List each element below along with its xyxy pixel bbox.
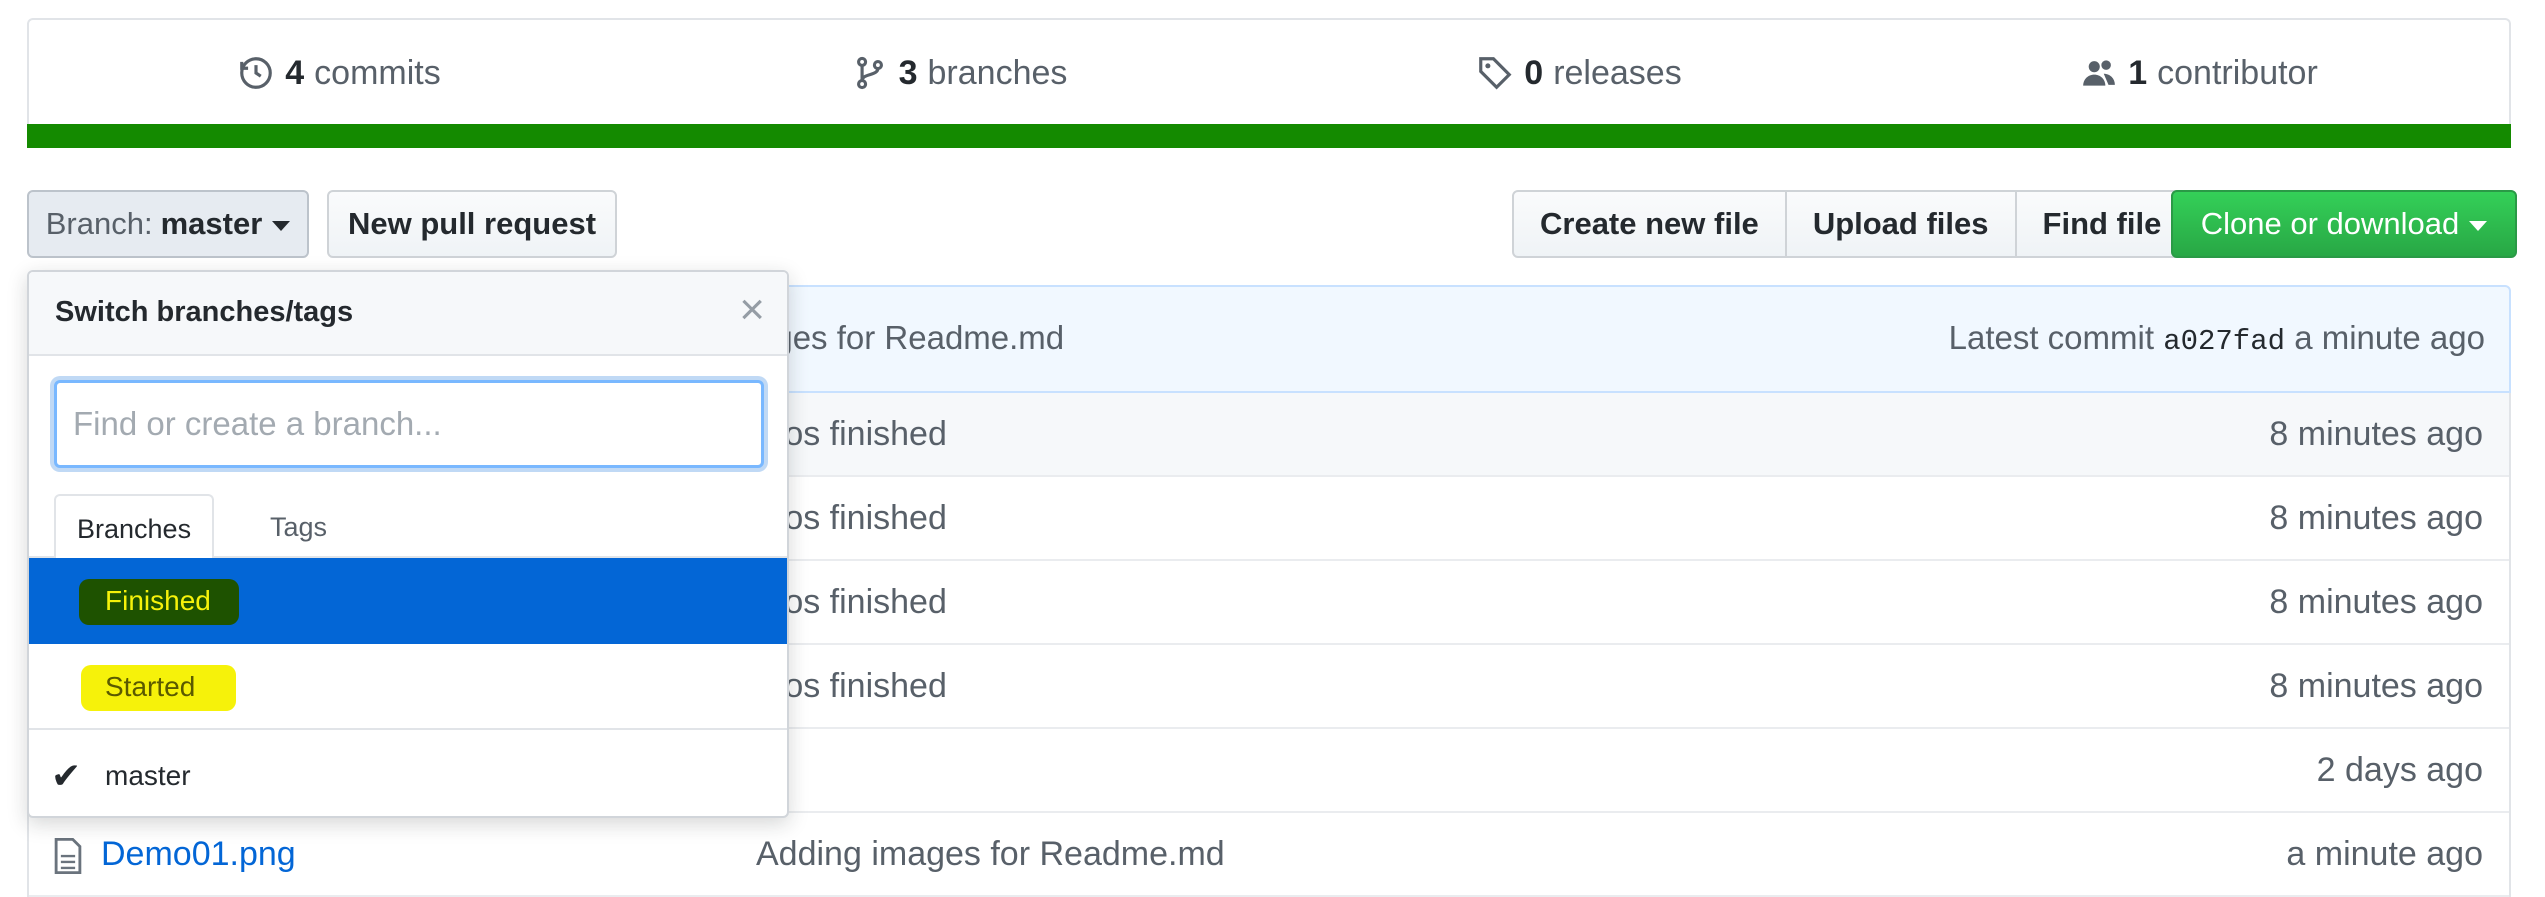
branch-item-label: Started [105, 671, 196, 702]
branch-switch-dropdown: Switch branches/tags × Branches Tags Fin… [27, 270, 789, 818]
branch-select-button[interactable]: Branch: master [27, 190, 309, 258]
commit-sha[interactable]: a027fad [2163, 325, 2285, 358]
contributors-count: 1 [2128, 53, 2148, 92]
branches-label: branches [927, 53, 1068, 92]
clone-or-download-button[interactable]: Clone or download [2171, 190, 2517, 258]
commits-count: 4 [285, 53, 305, 92]
releases-stat[interactable]: 0 releases [1269, 20, 1889, 126]
file-row[interactable]: Demo01.png Adding images for Readme.md a… [29, 813, 2509, 897]
tab-branches[interactable]: Branches [54, 494, 215, 560]
commits-label: commits [314, 53, 441, 92]
language-bar-fill [27, 124, 2511, 148]
branch-item-label: master [105, 760, 191, 791]
branches-stat[interactable]: 3 branches [649, 20, 1269, 126]
check-icon: ✔ [51, 755, 82, 796]
caret-down-icon [2469, 221, 2488, 231]
latest-commit-message[interactable]: ages for Readme.md [756, 319, 1064, 357]
branch-prefix: Branch: [45, 206, 153, 241]
dropdown-title: Switch branches/tags [55, 296, 354, 328]
commits-stat[interactable]: 4 commits [29, 20, 649, 126]
file-age: 8 minutes ago [2269, 583, 2483, 621]
caret-down-icon [272, 221, 291, 231]
file-age: 8 minutes ago [2269, 499, 2483, 537]
file-commit-message[interactable]: Adding images for Readme.md [756, 835, 1225, 874]
dropdown-tabs: Branches Tags [29, 494, 787, 560]
file-icon [54, 837, 82, 875]
find-file-button[interactable]: Find file [2016, 190, 2190, 258]
latest-commit-info: Latest commit a027fad a minute ago [1949, 319, 2485, 358]
file-actions-group: Create new file Upload files Find file [1512, 190, 2190, 258]
releases-count: 0 [1524, 53, 1544, 92]
branch-item-finished[interactable]: Finished [29, 558, 787, 644]
file-age: 8 minutes ago [2269, 667, 2483, 705]
current-branch-name: master [160, 206, 263, 241]
git-branch-icon [856, 56, 883, 90]
latest-commit-label: Latest commit [1948, 319, 2155, 356]
dropdown-header: Switch branches/tags × [29, 272, 787, 356]
branch-item-started[interactable]: Started [29, 644, 787, 730]
new-pull-request-button[interactable]: New pull request [327, 190, 617, 258]
people-icon [2083, 60, 2116, 86]
releases-label: releases [1553, 53, 1682, 92]
commit-time: a minute ago [2294, 319, 2485, 356]
upload-files-button[interactable]: Upload files [1786, 190, 2017, 258]
close-icon[interactable]: × [739, 288, 765, 332]
history-icon [240, 57, 273, 89]
branch-item-master[interactable]: ✔ master [29, 730, 787, 816]
create-new-file-button[interactable]: Create new file [1512, 190, 1787, 258]
branch-item-label: Finished [105, 585, 211, 616]
contributors-label: contributor [2157, 53, 2318, 92]
language-bar[interactable] [27, 124, 2511, 148]
contributors-stat[interactable]: 1 contributor [1889, 20, 2509, 126]
branch-filter-input[interactable] [54, 380, 764, 468]
branches-count: 3 [898, 53, 918, 92]
file-age: a minute ago [2286, 835, 2483, 873]
file-age: 2 days ago [2316, 751, 2483, 789]
file-age: 8 minutes ago [2269, 415, 2483, 453]
file-name[interactable]: Demo01.png [101, 835, 296, 874]
tag-icon [1479, 57, 1512, 90]
tab-tags[interactable]: Tags [249, 494, 348, 558]
clone-label: Clone or download [2200, 206, 2460, 241]
